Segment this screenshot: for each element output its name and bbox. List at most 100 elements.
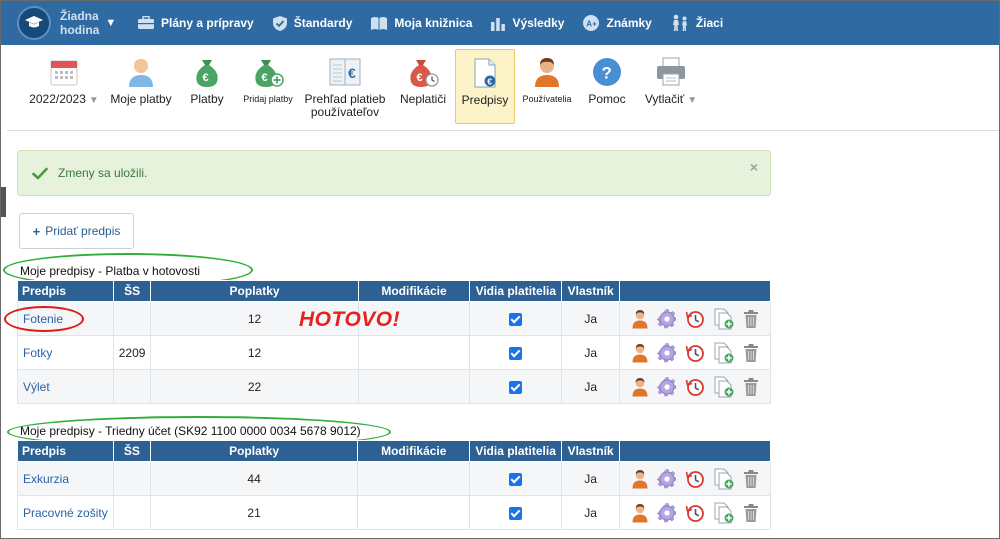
col-modifikacie: Modifikácie <box>357 280 471 302</box>
visible-to-payers-cell <box>469 369 563 404</box>
lesson-selector[interactable]: Žiadna hodina ▼ <box>1 1 137 45</box>
settings-icon[interactable] <box>657 376 677 397</box>
copy-icon[interactable] <box>713 376 735 398</box>
variable-symbol-cell <box>112 461 151 496</box>
copy-icon[interactable] <box>713 502 735 524</box>
regulation-name-link[interactable]: Pracovné zošity <box>17 495 114 530</box>
shield-icon <box>272 15 287 31</box>
table-row: Exkurzia 44 Ja <box>17 461 771 496</box>
trash-icon[interactable] <box>743 503 759 523</box>
regulations-button[interactable]: € Predpisy <box>455 49 515 124</box>
lesson-label-line1: Žiadna <box>60 9 99 23</box>
svg-text:€: € <box>487 76 492 86</box>
visible-checkbox[interactable] <box>509 346 523 360</box>
regulation-name-link[interactable]: Fotky <box>17 335 114 370</box>
row-actions <box>625 376 765 398</box>
user-icon[interactable] <box>631 343 649 363</box>
visible-checkbox[interactable] <box>509 506 523 520</box>
user-icon <box>124 55 158 89</box>
col-ss: ŠS <box>112 280 152 302</box>
print-button[interactable]: Vytlačiť ▼ <box>639 49 703 124</box>
trash-icon[interactable] <box>743 469 759 489</box>
history-icon[interactable] <box>685 343 705 363</box>
nav-label: Známky <box>606 16 652 30</box>
year-selector[interactable]: 2022/2023 ▼ <box>25 49 103 124</box>
copy-icon[interactable] <box>713 342 735 364</box>
printer-icon <box>654 55 688 89</box>
visible-to-payers-cell <box>469 495 563 530</box>
nav-standards[interactable]: Štandardy <box>272 1 353 45</box>
col-vidia: Vidia platitelia <box>469 280 563 302</box>
add-payment-label: Pridaj platby <box>243 94 293 104</box>
svg-text:€: € <box>262 72 268 84</box>
nav-label: Žiaci <box>695 16 724 30</box>
settings-icon[interactable] <box>657 342 677 363</box>
lesson-label-line2: hodina <box>60 23 100 37</box>
variable-symbol-cell: 2209 <box>112 335 152 370</box>
payments-button[interactable]: € Platby <box>179 49 235 124</box>
nav-label: Štandardy <box>293 16 353 30</box>
visible-checkbox[interactable] <box>509 380 523 394</box>
regulation-name-link[interactable]: Výlet <box>17 369 114 404</box>
alert-message: Zmeny sa uložili. <box>58 166 148 180</box>
row-actions <box>625 342 765 364</box>
regulation-name-link[interactable]: Exkurzia <box>17 461 114 496</box>
trash-icon[interactable] <box>743 343 759 363</box>
help-button[interactable]: ? Pomoc <box>581 49 633 124</box>
history-icon[interactable] <box>685 469 705 489</box>
owner-cell: Ja <box>561 301 621 336</box>
my-payments-button[interactable]: Moje platby <box>107 49 175 124</box>
money-bag-icon: € <box>190 55 224 89</box>
nav-grades[interactable]: A+ Známky <box>582 1 652 45</box>
copy-icon[interactable] <box>713 468 735 490</box>
table-row: Výlet 22 Ja <box>17 369 771 404</box>
add-regulation-button[interactable]: + Pridať predpis <box>19 213 134 249</box>
col-vlastnik: Vlastník <box>561 440 621 462</box>
close-icon[interactable]: × <box>750 159 758 175</box>
user-icon[interactable] <box>631 377 649 397</box>
svg-text:€: € <box>203 72 209 84</box>
nonpayers-label: Neplatiči <box>399 92 447 106</box>
history-icon[interactable] <box>685 377 705 397</box>
user-icon[interactable] <box>631 309 649 329</box>
trash-icon[interactable] <box>743 377 759 397</box>
copy-icon[interactable] <box>713 308 735 330</box>
visible-to-payers-cell <box>469 461 563 496</box>
visible-checkbox[interactable] <box>509 472 523 486</box>
regulations-table-cash: Predpis ŠS Poplatky Modifikácie Vidia pl… <box>17 280 771 404</box>
owner-cell: Ja <box>561 495 621 530</box>
col-vidia: Vidia platitelia <box>469 440 563 462</box>
visible-checkbox[interactable] <box>509 312 523 326</box>
col-predpis: Predpis <box>17 440 114 462</box>
trash-icon[interactable] <box>743 309 759 329</box>
payments-overview-button[interactable]: € Prehľad platieb používateľov <box>303 49 387 124</box>
svg-text:?: ? <box>602 64 612 83</box>
add-payment-button[interactable]: € Pridaj platby <box>239 49 297 124</box>
settings-icon[interactable] <box>657 468 677 489</box>
table-row: Fotky 2209 12 Ja <box>17 335 771 370</box>
actions-cell <box>619 301 771 336</box>
variable-symbol-cell <box>112 301 152 336</box>
owner-cell: Ja <box>561 369 621 404</box>
variable-symbol-cell <box>112 495 151 530</box>
svg-text:A+: A+ <box>587 20 598 29</box>
nav-plans[interactable]: Plány a prípravy <box>137 1 254 45</box>
users-button[interactable]: Používatelia <box>519 49 575 124</box>
nonpayers-button[interactable]: € Neplatiči <box>395 49 451 124</box>
settings-icon[interactable] <box>657 308 677 329</box>
regulations-label: Predpisy <box>461 93 509 107</box>
history-icon[interactable] <box>685 309 705 329</box>
print-label: Vytlačiť <box>644 92 685 106</box>
nav-results[interactable]: Výsledky <box>490 1 564 45</box>
owner-cell: Ja <box>561 335 621 370</box>
nav-students[interactable]: Žiaci <box>670 1 723 45</box>
user-icon <box>530 55 564 89</box>
nav-library[interactable]: Moja knižnica <box>370 1 472 45</box>
year-label: 2022/2023 <box>29 92 86 106</box>
document-euro-icon: € <box>468 56 502 90</box>
user-icon[interactable] <box>631 503 649 523</box>
user-icon[interactable] <box>631 469 649 489</box>
history-icon[interactable] <box>685 503 705 523</box>
settings-icon[interactable] <box>657 502 677 523</box>
success-alert: Zmeny sa uložili. × <box>17 150 771 196</box>
